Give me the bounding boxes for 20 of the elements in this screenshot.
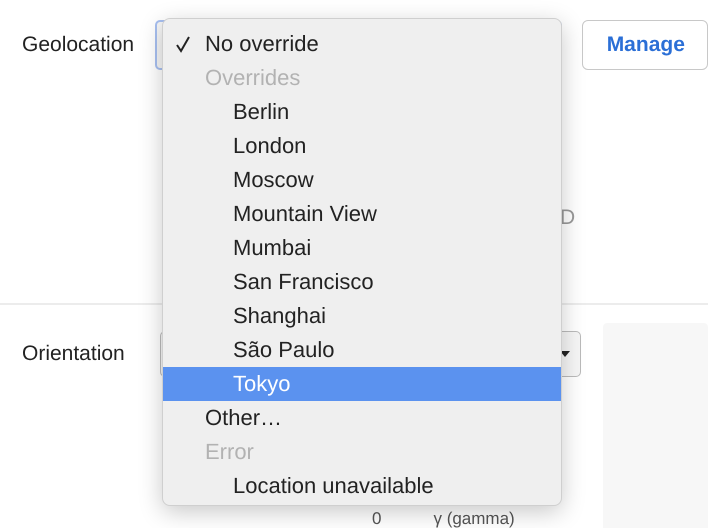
geolocation-label: Geolocation: [22, 33, 136, 57]
menu-option[interactable]: Berlin: [163, 95, 561, 129]
menu-option[interactable]: Moscow: [163, 163, 561, 197]
menu-option[interactable]: São Paulo: [163, 333, 561, 367]
menu-group-header: Error: [204, 438, 255, 466]
menu-option[interactable]: Other…: [163, 401, 561, 435]
menu-option[interactable]: Shanghai: [163, 299, 561, 333]
dropdown-arrow-icon: [560, 351, 570, 357]
reading-text: 0: [372, 509, 382, 528]
manage-button[interactable]: Manage: [582, 20, 708, 70]
reading-text: γ (gamma): [433, 509, 515, 528]
orientation-label: Orientation: [22, 342, 126, 366]
checkmark-icon: [175, 35, 191, 53]
menu-option[interactable]: Mumbai: [163, 231, 561, 265]
menu-option[interactable]: London: [163, 129, 561, 163]
menu-group-header: Overrides: [204, 64, 302, 92]
menu-option[interactable]: No override: [163, 27, 561, 61]
menu-option[interactable]: Location unavailable: [163, 469, 561, 503]
menu-option[interactable]: San Francisco: [163, 265, 561, 299]
menu-option[interactable]: Mountain View: [163, 197, 561, 231]
